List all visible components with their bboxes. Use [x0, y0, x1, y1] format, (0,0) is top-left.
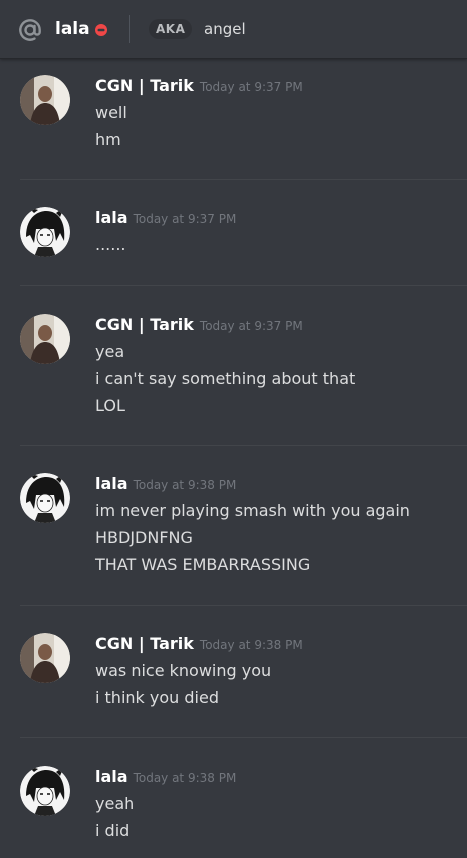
message-author[interactable]: lala Today at 9:38 PM: [95, 766, 236, 789]
message-author[interactable]: CGN | Tarik Today at 9:37 PM: [95, 75, 303, 98]
message-text: well: [95, 103, 127, 122]
message-text: hm: [95, 130, 121, 149]
aka-badge: AKA: [149, 19, 193, 39]
message-timestamp: Today at 9:38 PM: [133, 771, 237, 785]
author-name[interactable]: lala: [95, 208, 128, 227]
author-name[interactable]: CGN | Tarik: [95, 315, 194, 334]
tarik-avatar-image: [20, 633, 70, 683]
message-text: im never playing smash with you again: [95, 501, 410, 520]
message-divider: [20, 737, 467, 738]
aka-name: angel: [204, 20, 246, 38]
lala-avatar-image: [20, 473, 70, 523]
lala-avatar-image: [20, 766, 70, 816]
message-timestamp: Today at 9:37 PM: [133, 212, 237, 226]
channel-title: lala: [55, 19, 90, 39]
tarik-avatar-image: [20, 314, 70, 364]
message-divider: [20, 179, 467, 180]
message-text: yea: [95, 342, 125, 361]
message-text: i did: [95, 821, 130, 840]
message-author[interactable]: CGN | Tarik Today at 9:38 PM: [95, 633, 303, 656]
message-text: yeah: [95, 794, 135, 813]
message-timestamp: Today at 9:37 PM: [199, 80, 303, 94]
message-timestamp: Today at 9:38 PM: [133, 478, 237, 492]
avatar[interactable]: [20, 766, 70, 816]
header-divider: [129, 15, 130, 43]
message-divider: [20, 445, 467, 446]
message-divider: [20, 605, 467, 606]
lala-avatar-image: [20, 207, 70, 257]
message-author[interactable]: lala Today at 9:38 PM: [95, 473, 236, 496]
avatar[interactable]: [20, 75, 70, 125]
message-author[interactable]: CGN | Tarik Today at 9:37 PM: [95, 314, 303, 337]
avatar[interactable]: [20, 633, 70, 683]
message-timestamp: Today at 9:38 PM: [199, 638, 303, 652]
tarik-avatar-image: [20, 75, 70, 125]
message-text: i can't say something about that: [95, 369, 356, 388]
channel-header: lala AKA angel: [0, 0, 467, 59]
message-author[interactable]: lala Today at 9:37 PM: [95, 207, 236, 230]
message-text: i think you died: [95, 688, 219, 707]
author-name[interactable]: CGN | Tarik: [95, 76, 194, 95]
avatar[interactable]: [20, 473, 70, 523]
dnd-status-icon: [95, 24, 107, 36]
author-name[interactable]: lala: [95, 767, 128, 786]
message-timestamp: Today at 9:37 PM: [199, 319, 303, 333]
at-sign-icon: [19, 19, 41, 41]
avatar[interactable]: [20, 207, 70, 257]
message-text: HBDJDNFNG: [95, 528, 193, 547]
message-divider: [20, 285, 467, 286]
author-name[interactable]: lala: [95, 474, 128, 493]
message-text: LOL: [95, 396, 125, 415]
author-name[interactable]: CGN | Tarik: [95, 634, 194, 653]
avatar[interactable]: [20, 314, 70, 364]
message-text: THAT WAS EMBARRASSING: [95, 555, 311, 574]
message-text: ......: [95, 235, 126, 254]
message-text: was nice knowing you: [95, 661, 272, 680]
